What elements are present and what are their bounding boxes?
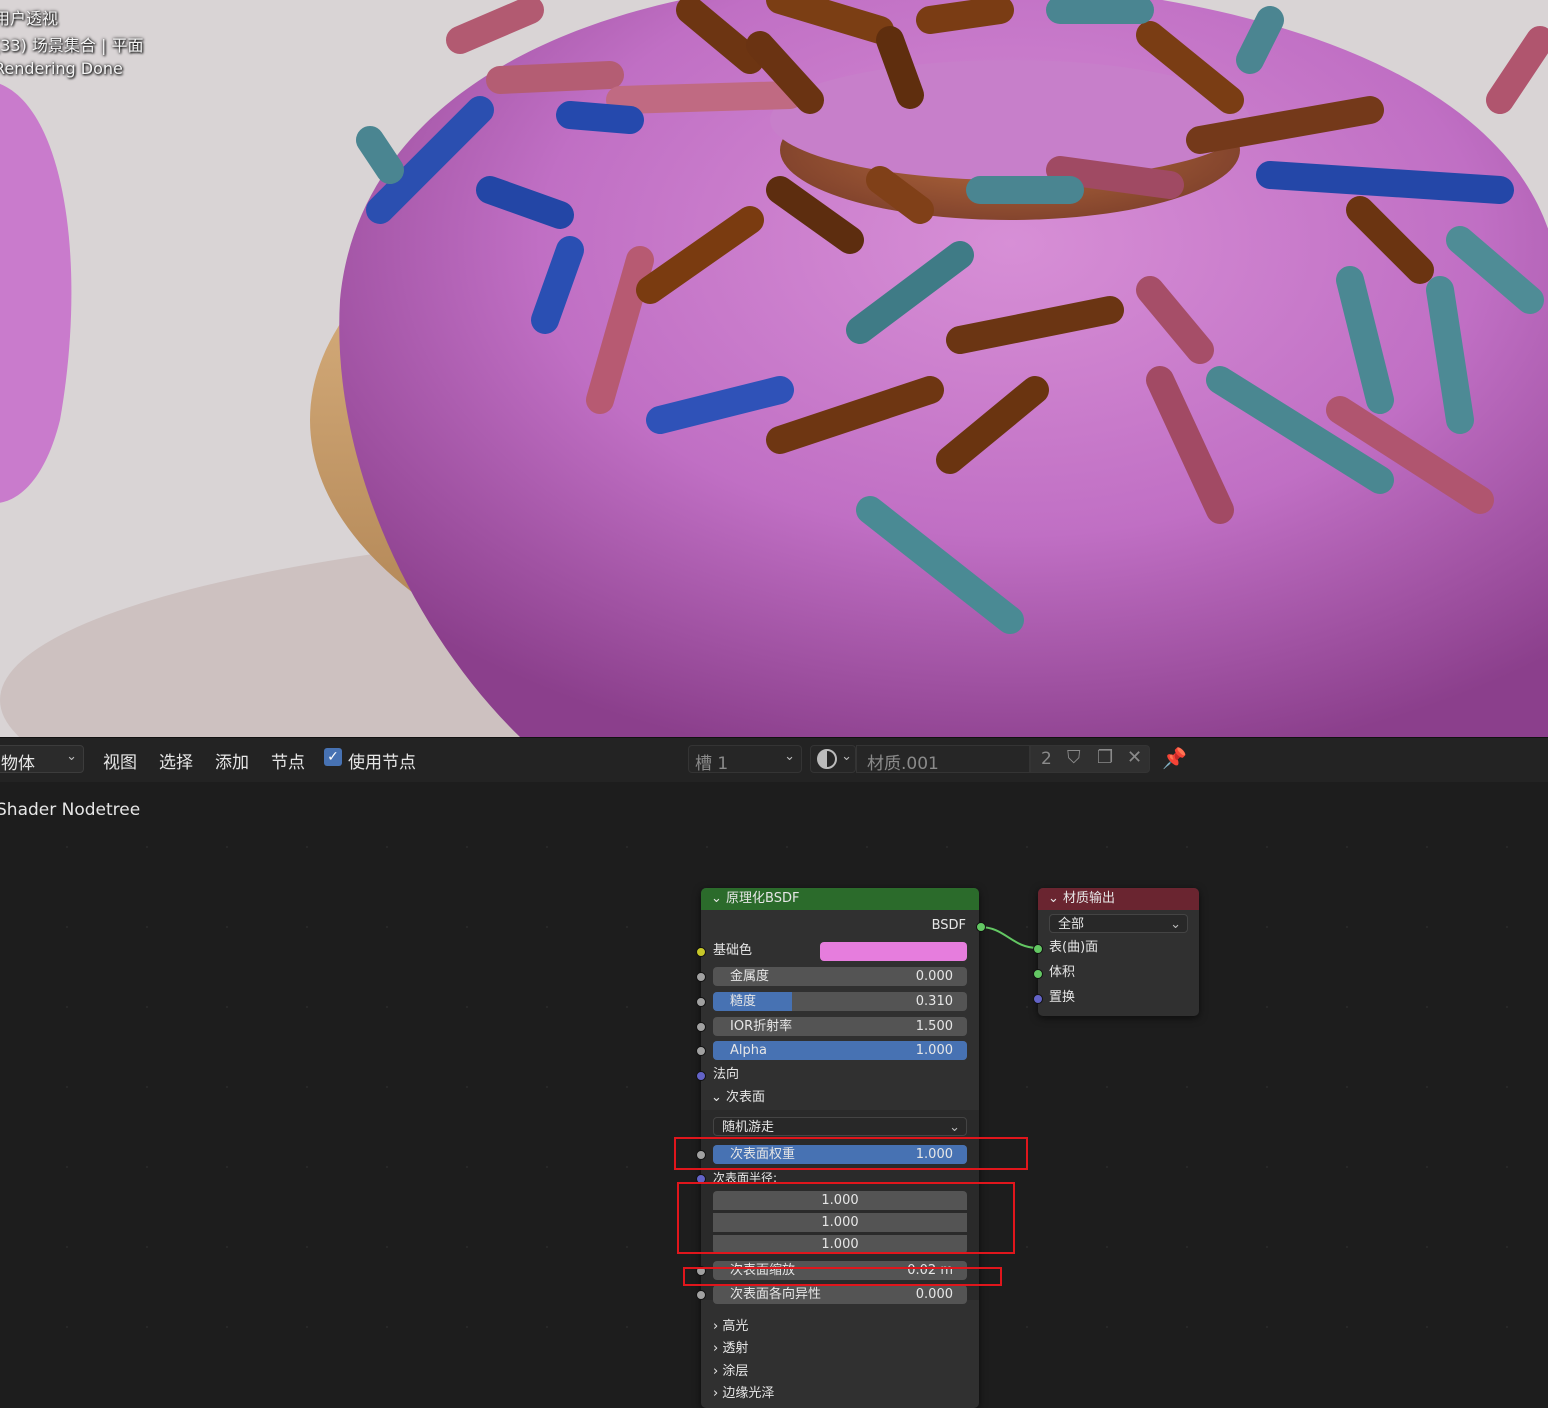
- bsdf-node-title: 原理化BSDF: [726, 891, 800, 906]
- bsdf-output-label: BSDF: [931, 918, 966, 933]
- surface-input-label: 表(曲)面: [1049, 940, 1099, 955]
- normal-label: 法向: [713, 1067, 740, 1082]
- metallic-socket[interactable]: [696, 972, 706, 982]
- chevron-down-icon: ⌄: [711, 1090, 722, 1105]
- collapse-chevron-icon[interactable]: ⌄: [1048, 891, 1059, 906]
- metallic-value: 0.000: [915, 969, 953, 984]
- alpha-socket[interactable]: [696, 1046, 706, 1056]
- chevron-right-icon: ›: [713, 1386, 719, 1401]
- output-target-value: 全部: [1058, 917, 1085, 932]
- use-nodes-checkbox[interactable]: ✓: [324, 748, 342, 766]
- sheen-panel-header[interactable]: › 边缘光泽: [713, 1383, 991, 1405]
- output-node-header[interactable]: ⌄ 材质输出: [1038, 888, 1199, 910]
- roughness-socket[interactable]: [696, 997, 706, 1007]
- base-color-socket[interactable]: [696, 947, 706, 957]
- chevron-right-icon: ›: [713, 1364, 719, 1379]
- base-color-swatch[interactable]: [820, 942, 967, 961]
- checkmark-icon: ✓: [327, 749, 339, 765]
- subsurface-anisotropy-value: 0.000: [915, 1287, 953, 1302]
- transmission-panel-label: 透射: [722, 1341, 749, 1356]
- roughness-field[interactable]: 糙度 0.310: [713, 992, 967, 1011]
- highlight-subsurface-weight: [674, 1137, 1028, 1170]
- subsurface-anisotropy-socket[interactable]: [696, 1290, 706, 1300]
- metallic-field[interactable]: 金属度 0.000: [713, 967, 967, 986]
- transmission-panel-header[interactable]: › 透射: [713, 1338, 991, 1360]
- duplicate-material-icon[interactable]: ❐: [1097, 747, 1113, 768]
- viewport-collection-label: (33) 场景集合 | 平面: [0, 36, 144, 55]
- material-sphere-icon: [817, 749, 837, 769]
- subsurface-anisotropy-label: 次表面各向异性: [730, 1287, 822, 1302]
- menu-add[interactable]: 添加: [215, 748, 249, 773]
- output-node-title: 材质输出: [1063, 891, 1116, 906]
- 3d-viewport[interactable]: 用户透视 (33) 场景集合 | 平面 Rendering Done: [0, 0, 1548, 737]
- specular-panel-header[interactable]: › 高光: [713, 1316, 991, 1338]
- ior-label: IOR折射率: [730, 1019, 793, 1034]
- subsurface-panel-label: 次表面: [726, 1090, 766, 1105]
- slot-value: 槽 1: [695, 754, 729, 774]
- volume-input-label: 体积: [1049, 965, 1076, 980]
- alpha-field[interactable]: Alpha 1.000: [713, 1041, 967, 1060]
- node-tree-name: Shader Nodetree: [0, 800, 141, 820]
- material-user-controls: 2 ⛉ ❐ ✕: [1030, 745, 1150, 773]
- pin-icon[interactable]: 📌: [1162, 746, 1187, 770]
- chevron-down-icon: ⌄: [1170, 917, 1181, 932]
- ior-field[interactable]: IOR折射率 1.500: [713, 1017, 967, 1036]
- volume-socket[interactable]: [1033, 969, 1043, 979]
- displacement-socket[interactable]: [1033, 994, 1043, 1004]
- fake-user-shield-icon[interactable]: ⛉: [1067, 747, 1081, 768]
- close-icon[interactable]: ✕: [1127, 747, 1142, 768]
- chevron-down-icon: ⌄: [841, 749, 852, 764]
- collapse-chevron-icon[interactable]: ⌄: [711, 891, 722, 906]
- menu-view[interactable]: 视图: [103, 748, 137, 773]
- roughness-value: 0.310: [915, 994, 953, 1009]
- shader-type-dropdown[interactable]: 物体 ⌄: [0, 745, 84, 774]
- displacement-input-label: 置换: [1049, 990, 1076, 1005]
- viewport-render-status: Rendering Done: [0, 59, 123, 78]
- alpha-label: Alpha: [730, 1043, 767, 1058]
- material-output-node[interactable]: ⌄ 材质输出 全部 ⌄ 表(曲)面 体积 置换: [1033, 888, 1199, 1016]
- chevron-down-icon: ⌄: [66, 749, 77, 764]
- normal-socket[interactable]: [696, 1071, 706, 1081]
- ior-value: 1.500: [915, 1019, 953, 1034]
- sheen-panel-label: 边缘光泽: [722, 1386, 775, 1401]
- coat-panel-header[interactable]: › 涂层: [713, 1361, 991, 1383]
- bsdf-node-header[interactable]: ⌄ 原理化BSDF: [701, 888, 979, 910]
- highlight-subsurface-scale: [683, 1267, 1002, 1286]
- subsurface-anisotropy-field[interactable]: 次表面各向异性 0.000: [713, 1285, 967, 1304]
- bsdf-output-socket[interactable]: [976, 922, 986, 932]
- chevron-right-icon: ›: [713, 1319, 719, 1334]
- user-count-button[interactable]: 2: [1037, 749, 1052, 769]
- material-browse-button[interactable]: ⌄: [810, 745, 856, 773]
- menu-select[interactable]: 选择: [159, 748, 193, 773]
- highlight-subsurface-radius: [677, 1182, 1015, 1254]
- material-name-value: 材质.001: [867, 754, 939, 774]
- subsurface-method-value: 随机游走: [722, 1120, 775, 1135]
- roughness-label: 糙度: [730, 994, 757, 1009]
- render-image: [0, 0, 1548, 737]
- subsurface-panel-header[interactable]: ⌄ 次表面: [711, 1087, 989, 1109]
- chevron-down-icon: ⌄: [784, 749, 795, 764]
- alpha-value: 1.000: [915, 1043, 953, 1058]
- viewport-perspective-label: 用户透视: [0, 9, 59, 28]
- output-target-dropdown[interactable]: 全部 ⌄: [1049, 914, 1188, 933]
- ior-socket[interactable]: [696, 1022, 706, 1032]
- slot-dropdown[interactable]: 槽 1 ⌄: [688, 745, 802, 774]
- shader-type-value: 物体: [1, 754, 35, 774]
- chevron-down-icon: ⌄: [949, 1120, 960, 1135]
- coat-panel-label: 涂层: [722, 1364, 749, 1379]
- use-nodes-label[interactable]: 使用节点: [348, 748, 416, 773]
- material-name-field[interactable]: 材质.001: [856, 745, 1030, 774]
- node-editor-header: 物体 ⌄ 视图 选择 添加 节点 ✓ 使用节点 槽 1 ⌄ ⌄ 材质.001 2…: [0, 737, 1548, 782]
- chevron-right-icon: ›: [713, 1341, 719, 1356]
- specular-panel-label: 高光: [722, 1319, 749, 1334]
- surface-socket[interactable]: [1033, 944, 1043, 954]
- node-editor-canvas[interactable]: Shader Nodetree ⌄ 原理化BSDF BSDF 基础色 金属度 0…: [0, 782, 1548, 1408]
- menu-node[interactable]: 节点: [271, 748, 305, 773]
- subsurface-method-dropdown[interactable]: 随机游走 ⌄: [713, 1117, 967, 1136]
- metallic-label: 金属度: [730, 969, 770, 984]
